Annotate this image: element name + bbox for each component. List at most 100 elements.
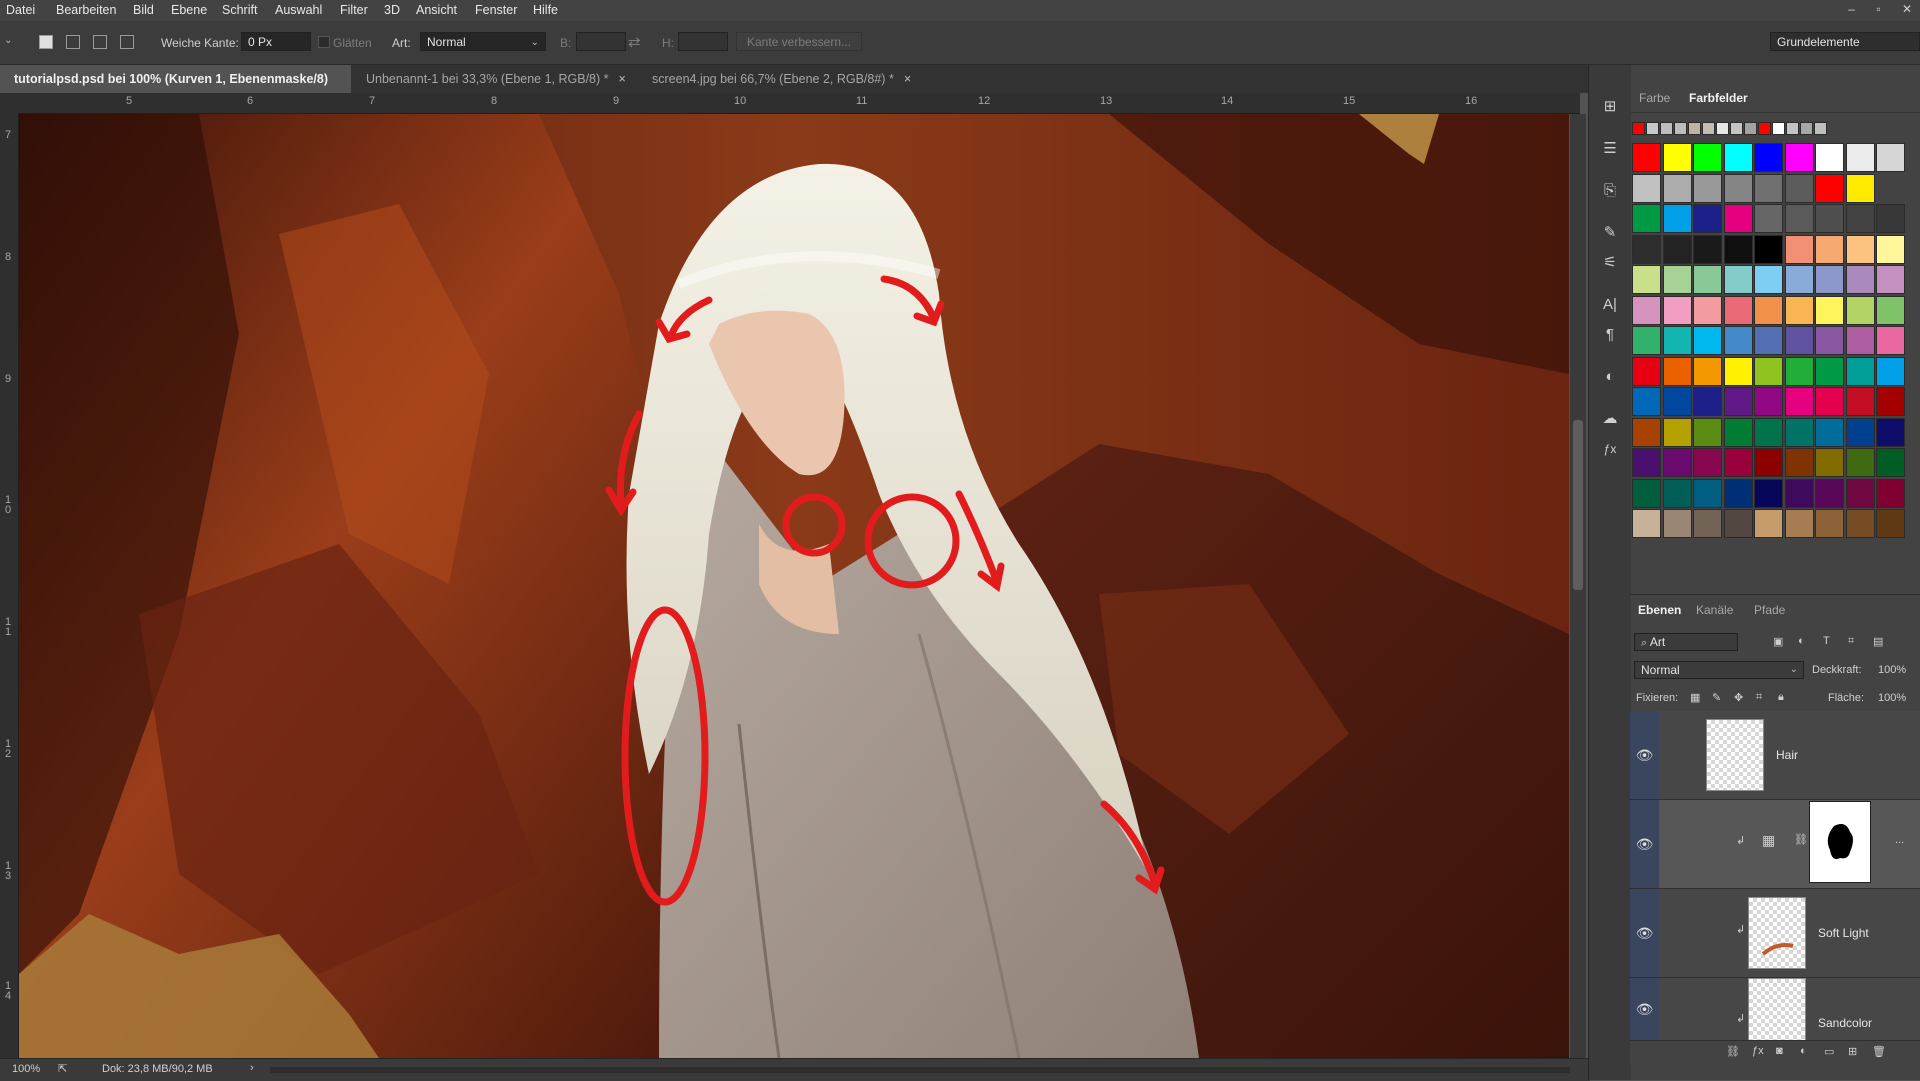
color-swatch[interactable] [1845, 448, 1875, 477]
recent-swatch[interactable] [1730, 122, 1743, 135]
paragraph-icon[interactable]: ¶ [1600, 325, 1620, 345]
menu-edit[interactable]: Bearbeiten [56, 3, 116, 17]
color-swatch[interactable] [1815, 448, 1844, 477]
swap-icon[interactable]: ⇄ [628, 33, 641, 51]
tool-preset-icon[interactable]: ⌄ [4, 35, 12, 46]
soft-edge-input[interactable]: 0 Px [241, 32, 311, 51]
color-swatch[interactable] [1784, 356, 1814, 386]
color-swatch[interactable] [1723, 265, 1753, 294]
color-swatch[interactable] [1693, 417, 1722, 447]
new-selection-icon[interactable] [39, 35, 53, 49]
recent-swatch[interactable] [1744, 122, 1757, 135]
color-swatch[interactable] [1662, 448, 1692, 477]
menu-filter[interactable]: Filter [340, 3, 368, 17]
color-swatch[interactable] [1632, 326, 1661, 355]
add-mask-icon[interactable]: ◙ [1776, 1045, 1783, 1057]
color-swatch[interactable] [1723, 204, 1753, 233]
lock-all-icon[interactable]: 🔒︎ [1778, 691, 1784, 704]
style-select[interactable]: Normal ⌄ [420, 32, 546, 51]
color-swatch[interactable] [1662, 387, 1692, 416]
new-layer-icon[interactable]: ⊞ [1848, 1045, 1857, 1058]
lock-transparency-icon[interactable]: ▦ [1690, 691, 1700, 704]
color-swatch[interactable] [1632, 509, 1661, 538]
image-filter-icon[interactable]: ▣ [1773, 635, 1783, 648]
color-swatch[interactable] [1815, 265, 1844, 294]
color-swatch[interactable] [1754, 295, 1783, 325]
color-swatch[interactable] [1876, 448, 1905, 477]
color-swatch[interactable] [1693, 204, 1722, 233]
trash-icon[interactable]: 🗑︎ [1872, 1045, 1886, 1058]
color-swatch[interactable] [1845, 143, 1875, 172]
scroll-thumb[interactable] [1573, 420, 1583, 590]
color-swatch[interactable] [1723, 417, 1753, 447]
color-swatch[interactable] [1784, 509, 1814, 538]
color-swatch[interactable] [1876, 204, 1905, 233]
horizontal-ruler[interactable]: 5 6 7 8 9 10 11 12 13 14 15 16 [18, 93, 1580, 114]
recent-swatch[interactable] [1786, 122, 1799, 135]
menu-window[interactable]: Fenster [475, 3, 517, 17]
color-swatch[interactable] [1845, 204, 1875, 233]
recent-swatch[interactable] [1702, 122, 1715, 135]
color-swatch[interactable] [1754, 234, 1783, 264]
color-swatch[interactable] [1784, 417, 1814, 447]
height-input[interactable] [678, 32, 728, 51]
color-swatch[interactable] [1662, 326, 1692, 355]
color-swatch[interactable] [1845, 234, 1875, 264]
color-swatch[interactable] [1662, 234, 1692, 264]
recent-swatch[interactable] [1800, 122, 1813, 135]
color-swatch[interactable] [1754, 356, 1783, 386]
tab-swatches[interactable]: Farbfelder [1689, 91, 1748, 105]
recent-swatch[interactable] [1772, 122, 1785, 135]
color-swatch[interactable] [1754, 478, 1783, 508]
recent-swatch[interactable] [1716, 122, 1729, 135]
menu-help[interactable]: Hilfe [533, 3, 558, 17]
link-layers-icon[interactable]: ⛓︎ [1726, 1045, 1740, 1058]
color-swatch[interactable] [1693, 509, 1722, 538]
color-swatch[interactable] [1784, 143, 1814, 172]
layer-row-hair[interactable]: 👁︎ Hair [1630, 711, 1920, 800]
intersect-selection-icon[interactable] [120, 35, 134, 49]
color-swatch[interactable] [1632, 234, 1661, 264]
color-swatch[interactable] [1662, 265, 1692, 294]
color-swatch[interactable] [1693, 295, 1722, 325]
color-swatch[interactable] [1693, 387, 1722, 416]
menu-type[interactable]: Schrift [222, 3, 257, 17]
color-swatch[interactable] [1754, 417, 1783, 447]
color-swatch[interactable] [1784, 448, 1814, 477]
color-swatch[interactable] [1815, 295, 1844, 325]
tab-channels[interactable]: Kanäle [1696, 603, 1733, 617]
color-swatch[interactable] [1632, 265, 1661, 294]
color-swatch[interactable] [1784, 295, 1814, 325]
lock-artboard-icon[interactable]: ⌗ [1756, 691, 1762, 704]
color-swatch[interactable] [1876, 478, 1905, 508]
color-swatch[interactable] [1723, 295, 1753, 325]
color-swatch[interactable] [1876, 509, 1905, 538]
close-icon[interactable]: × [904, 72, 911, 86]
color-swatch[interactable] [1754, 509, 1783, 538]
color-swatch[interactable] [1662, 173, 1692, 203]
menu-view[interactable]: Ansicht [416, 3, 457, 17]
color-swatch[interactable] [1845, 295, 1875, 325]
color-swatch[interactable] [1693, 265, 1722, 294]
color-swatch[interactable] [1754, 387, 1783, 416]
color-swatch[interactable] [1723, 509, 1753, 538]
tab-unbenannt[interactable]: Unbenannt-1 bei 33,3% (Ebene 1, RGB/8) *… [352, 65, 646, 93]
layer-mask-thumbnail[interactable] [1809, 801, 1871, 883]
layer-row-sandcolor[interactable]: 👁︎ ↲ Sandcolor [1630, 978, 1920, 1041]
color-swatch[interactable] [1662, 204, 1692, 233]
layer-more[interactable]: ... [1895, 834, 1904, 846]
color-swatch[interactable] [1754, 143, 1783, 172]
color-swatch[interactable] [1723, 478, 1753, 508]
color-swatch[interactable] [1815, 234, 1844, 264]
color-swatch[interactable] [1876, 295, 1905, 325]
color-swatch[interactable] [1754, 204, 1783, 233]
mask-link-icon[interactable]: ⛓︎ [1794, 833, 1808, 846]
color-swatch[interactable] [1876, 143, 1905, 172]
color-swatch[interactable] [1815, 478, 1844, 508]
color-swatch[interactable] [1815, 204, 1844, 233]
zoom-level[interactable]: 100% [12, 1063, 40, 1075]
tab-color[interactable]: Farbe [1639, 91, 1670, 105]
color-swatch[interactable] [1784, 204, 1814, 233]
color-swatch[interactable] [1876, 265, 1905, 294]
color-swatch[interactable] [1723, 326, 1753, 355]
